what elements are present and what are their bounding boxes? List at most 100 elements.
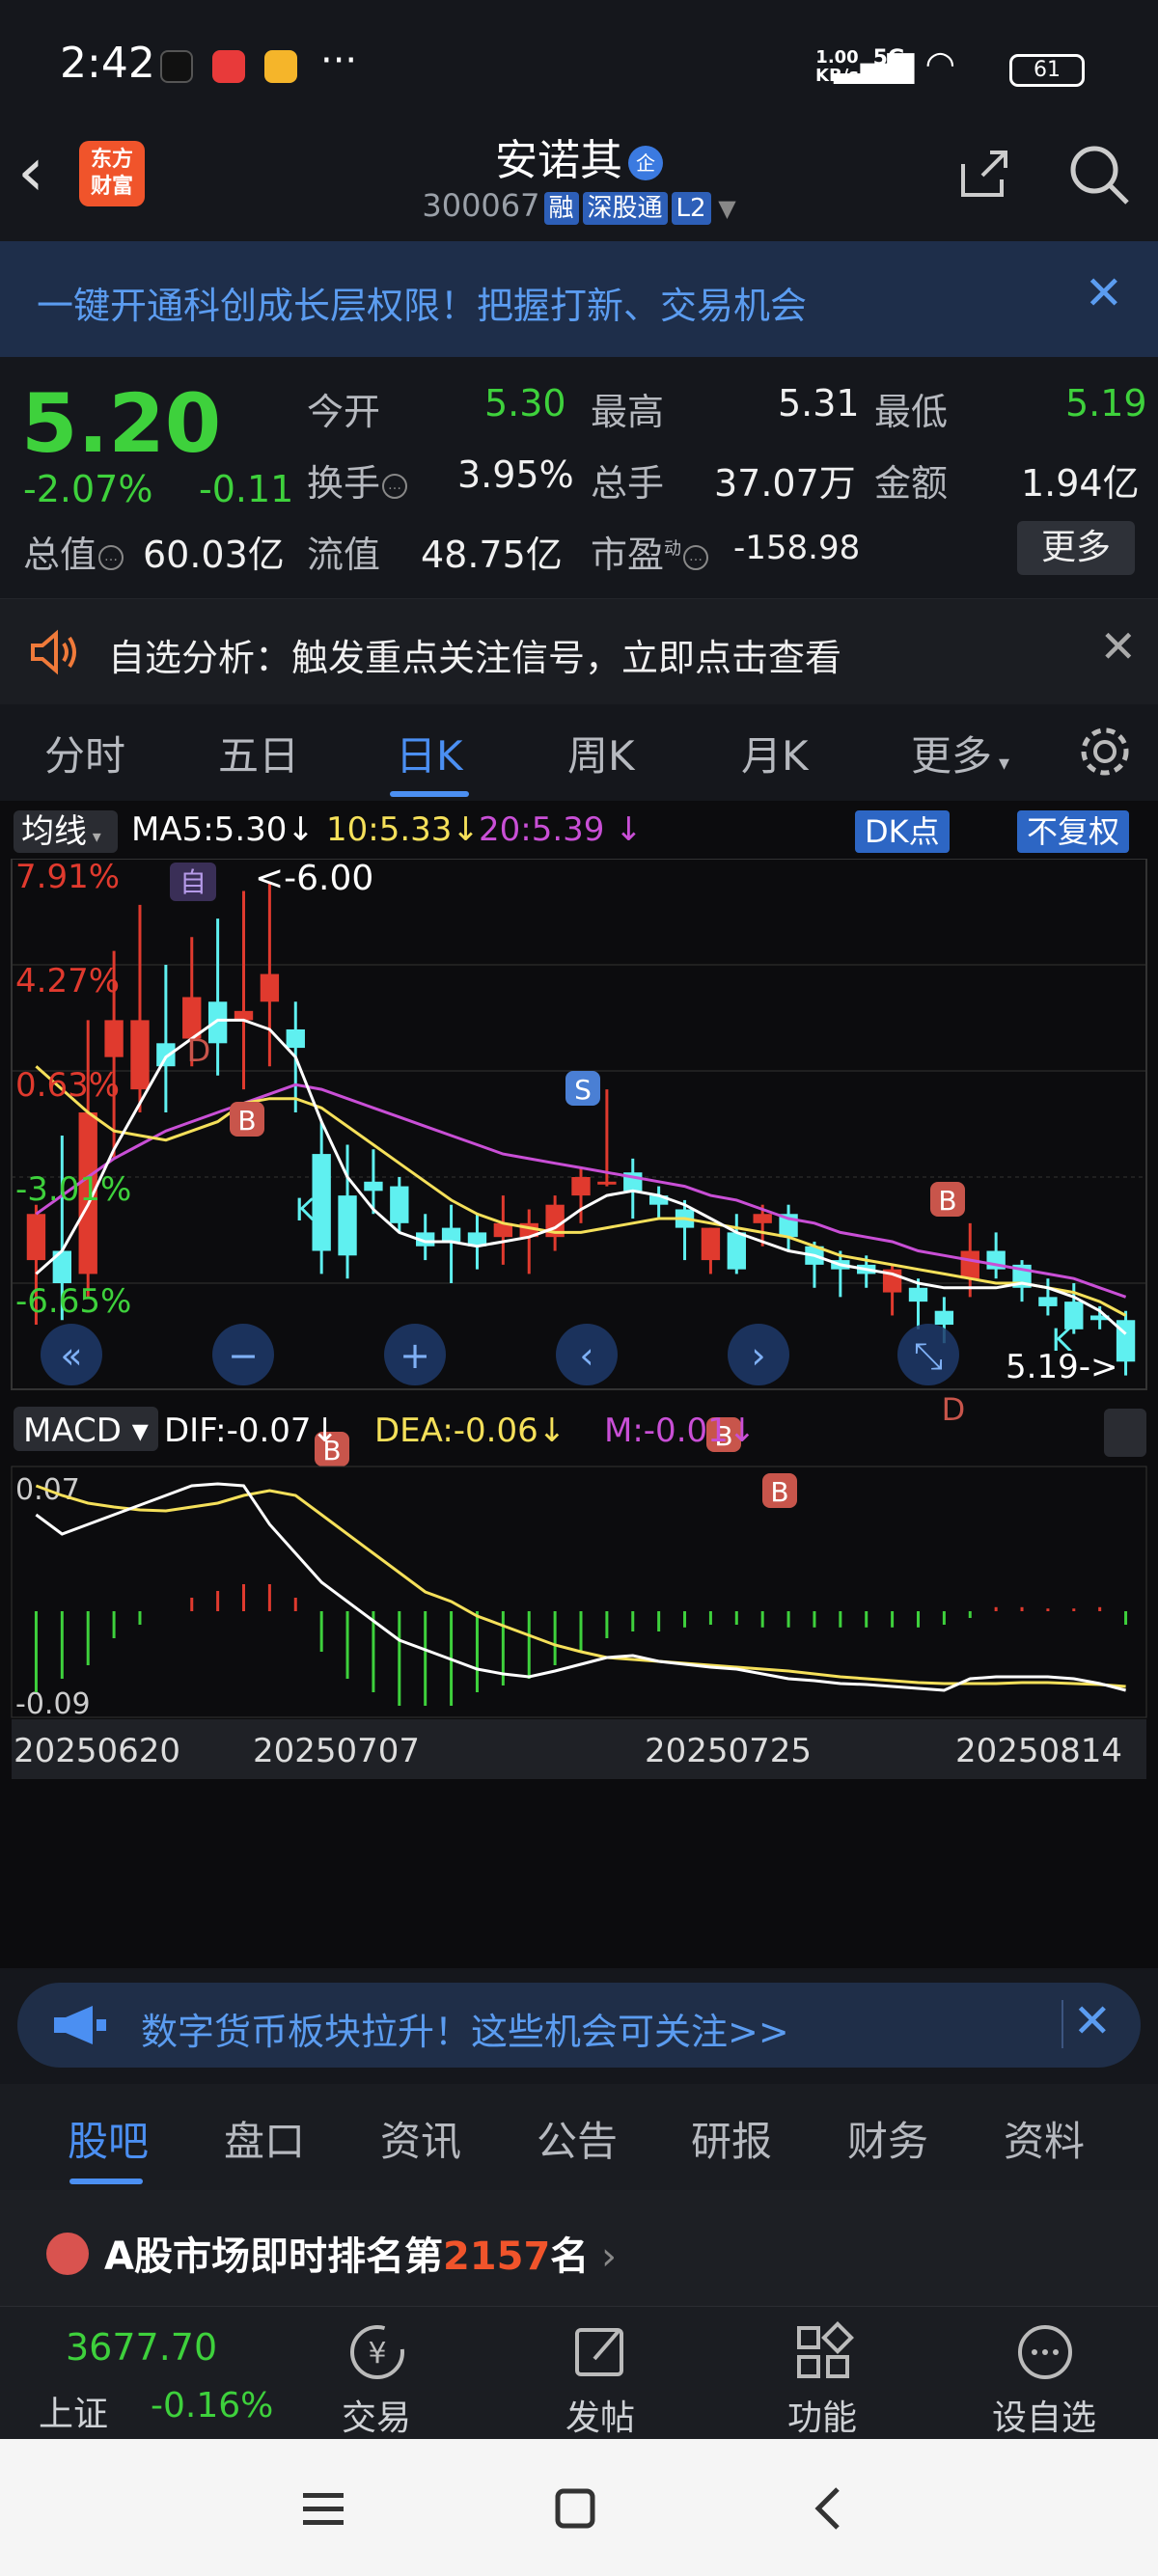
index-change[interactable]: -0.16% [151,2386,273,2425]
close-icon[interactable]: ✕ [1099,620,1137,672]
signal-label: B [770,1476,788,1508]
tab-profile[interactable]: 资料 [1004,2109,1085,2168]
chart-nav-icon: « [60,1334,82,1377]
index-value[interactable]: 3677.70 [66,2326,217,2369]
candle-body [1038,1297,1058,1306]
quote-panel: 5.20 -2.07% -0.11 今开 5.30 最高 5.31 最低 5.1… [0,357,1158,598]
rank-text[interactable]: A股市场即时排名第2157名 › [104,2225,617,2281]
news-banner-text[interactable]: 数字货币板块拉升！这些机会可关注>> [141,2002,789,2055]
candle-body [286,1028,305,1049]
home-icon[interactable] [554,2487,596,2530]
search-icon[interactable] [1067,143,1131,206]
index-name[interactable]: 上证 [39,2386,108,2436]
watchlist-label[interactable]: 设自选 [977,2390,1112,2440]
signal-letter: D [187,1032,211,1069]
candle-body [753,1214,772,1223]
signal-label: S [574,1074,592,1106]
kline-chart-area[interactable]: 均线 ▾ MA5:5.30↓ 10:5.33↓ 20:5.39 ↓ DK点 不复… [0,801,1158,1968]
news-banner[interactable]: 数字货币板块拉升！这些机会可关注>> ✕ [17,1983,1141,2068]
close-icon[interactable]: ✕ [1085,266,1123,320]
candle-body [130,1020,150,1090]
low-value: 5.19 [1065,382,1147,425]
signal-letter: K [1052,1322,1073,1358]
share-icon[interactable] [955,145,1013,203]
low-label: 最低 [874,391,949,433]
candle-body [156,1043,176,1067]
signal-letter: D [942,1391,966,1428]
kline-svg[interactable]: 7.91%4.27%0.63%-3.01%-6.65%<-6.005.19->自… [0,859,1158,1968]
amount-label: 金额 [874,462,949,505]
percent-axis-label: 4.27% [15,962,120,1000]
date-tick-label: 20250707 [253,1732,420,1770]
percent-axis-label: 7.91% [15,859,120,896]
stock-name: 安诺其 [495,136,622,185]
mcap-value: 60.03亿 [143,534,285,576]
tab-monthly-k[interactable]: 月K [741,724,809,782]
info-icon[interactable]: … [382,473,408,499]
analysis-bar[interactable]: 自选分析：触发重点关注信号，立即点击查看 ✕ [0,598,1158,704]
candle-body [338,1195,357,1256]
adjust-button[interactable]: 不复权 [1017,810,1130,853]
dea-label: DEA:-0.06↓ [374,1411,565,1450]
pe-value: -158.98 [733,529,861,567]
signal-label: B [237,1105,256,1137]
active-tab-indicator [69,2179,143,2184]
post-label[interactable]: 发帖 [533,2390,668,2440]
self-marker: 自 [179,866,207,898]
info-icon[interactable]: … [683,544,709,570]
active-tab-indicator [390,791,469,797]
info-icon[interactable]: … [98,544,124,570]
macd-label: MACD ▾ [23,1411,149,1450]
chart-nav-icon: + [400,1334,430,1377]
tab-guba[interactable]: 股吧 [68,2109,149,2168]
status-bar: 2:42 ··· 1.00 KB/s 5G ▂▄▆ ◠ 61 [0,0,1158,135]
tab-weekly-k[interactable]: 周K [567,724,635,782]
high-label: 最高 [591,391,665,433]
change-percent: -2.07% [23,468,153,510]
open-label: 今开 [307,391,381,433]
gear-icon[interactable] [1077,724,1133,780]
dk-point-button[interactable]: DK点 [855,810,950,853]
tab-announcements[interactable]: 公告 [537,2109,618,2168]
notes-app-icon [264,50,297,83]
tab-news[interactable]: 资讯 [380,2109,461,2168]
tab-finance[interactable]: 财务 [847,2109,928,2168]
volume-value: 37.07万 [714,462,856,505]
kline-tabs: 分时 五日 日K 周K 月K 更多 ▾ [0,704,1158,801]
function-grid-icon[interactable] [791,2320,855,2384]
trade-icon[interactable]: ¥ [345,2320,409,2384]
chart-nav-icon: − [228,1334,259,1377]
app-notification-icon [212,50,245,83]
tiktok-icon [160,50,193,83]
close-icon[interactable]: ✕ [1073,1994,1112,2048]
divider [1062,2000,1063,2048]
volume-label: 总手 [591,462,665,505]
function-label[interactable]: 功能 [755,2390,890,2440]
tab-daily-k[interactable]: 日K [396,724,463,782]
tab-five-day[interactable]: 五日 [218,724,299,782]
promo-banner[interactable]: 一键开通科创成长层权限！把握打新、交易机会 ✕ [0,241,1158,357]
signal-label: B [938,1185,956,1217]
ma-selector[interactable]: 均线 ▾ [14,810,118,853]
ma10-label: 10:5.33↓ [326,810,480,849]
menu-icon[interactable] [301,2489,345,2528]
tab-research[interactable]: 研报 [691,2109,772,2168]
tab-orderbook[interactable]: 盘口 [224,2109,305,2168]
post-icon[interactable] [569,2320,633,2384]
promo-banner-text[interactable]: 一键开通科创成长层权限！把握打新、交易机会 [37,276,807,329]
high-value: 5.31 [778,382,860,425]
add-watchlist-icon[interactable] [1013,2320,1077,2384]
tab-more[interactable]: 更多 ▾ [911,724,1009,782]
chart-nav-icon: › [751,1334,765,1377]
trade-label[interactable]: 交易 [309,2390,444,2440]
stock-code: 300067 [422,187,540,224]
candle-body [934,1310,954,1326]
candle-body [701,1227,721,1261]
analysis-text[interactable]: 自选分析：触发重点关注信号，立即点击查看 [108,628,841,681]
system-nav-bar [0,2439,1158,2576]
collapse-button [1104,1409,1146,1457]
rank-bar[interactable]: A股市场即时排名第2157名 › [0,2190,1158,2306]
tab-intraday[interactable]: 分时 [44,724,125,782]
more-button[interactable]: 更多 [1017,521,1135,575]
back-nav-icon[interactable] [811,2485,843,2532]
